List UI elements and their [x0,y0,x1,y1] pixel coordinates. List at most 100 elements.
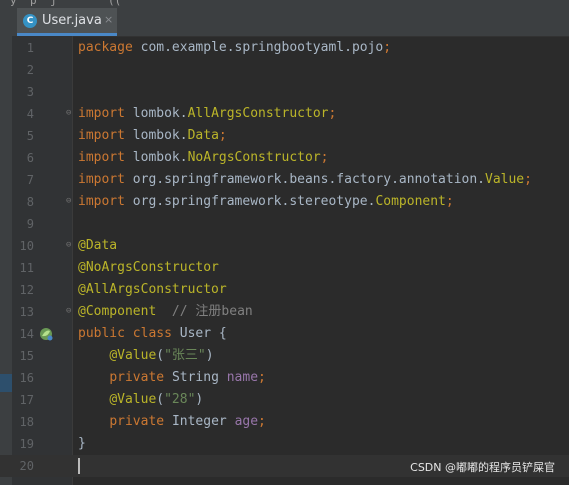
code-token: User { [179,326,227,341]
code-token: private [109,414,172,429]
code-text: @Value("28") [78,389,203,411]
code-token: Data [187,128,219,143]
code-token: ; [445,194,454,209]
code-text: @NoArgsConstructor [78,257,219,279]
code-token: "张三" [164,348,206,363]
code-text: private Integer age; [78,411,266,433]
line-number: 16 [19,371,34,385]
code-line[interactable]: 5 import lombok.Data; [0,125,569,147]
fold-marker-icon[interactable]: ⊖ [66,241,74,250]
code-token: com.example.springbootyaml.pojo [140,40,384,55]
code-token: ; [258,370,266,385]
code-token: ; [218,128,227,143]
line-number: 2 [26,63,34,77]
code-token: } [78,436,86,451]
code-text: @Data [78,235,117,257]
code-token: org.springframework.stereotype. [132,194,376,209]
code-line[interactable]: 14 public class User { [0,323,569,345]
code-token: lombok. [132,150,188,165]
code-line[interactable]: 12 @AllArgsConstructor [0,279,569,301]
fold-marker-icon[interactable]: ⊖ [66,307,74,316]
code-token: lombok. [132,106,188,121]
code-line[interactable]: 6 import lombok.NoArgsConstructor; [0,147,569,169]
line-number: 19 [19,437,34,451]
code-line[interactable]: 13 ⊖ @Component // 注册bean [0,301,569,323]
line-number: 17 [19,393,34,407]
code-token: AllArgsConstructor [187,106,329,121]
java-class-icon: C [23,14,37,28]
fold-marker-icon[interactable]: ⊖ [66,197,74,206]
code-line[interactable]: 1 package com.example.springbootyaml.pojo… [0,37,569,59]
breadcrumb-fragment: j [50,0,57,7]
code-token: org.springframework.beans.factory.annota… [132,172,485,187]
line-number: 20 [19,459,34,473]
tab-user-java[interactable]: C User.java × [17,8,117,36]
spring-bean-icon[interactable] [39,327,53,341]
fold-marker-icon[interactable]: ⊖ [66,109,74,118]
code-line[interactable]: 9 [0,213,569,235]
line-number: 9 [26,217,34,231]
line-number: 14 [19,327,34,341]
code-line[interactable]: 3 [0,81,569,103]
code-line[interactable]: 15 @Value("张三") [0,345,569,367]
code-text: import org.springframework.stereotype.Co… [78,191,454,213]
tab-label: User.java [42,13,102,28]
code-token: ( [156,392,165,407]
line-number: 13 [19,305,34,319]
code-line[interactable]: 4 ⊖ import lombok.AllArgsConstructor; [0,103,569,125]
code-text: import org.springframework.beans.factory… [78,169,532,191]
code-text: import lombok.NoArgsConstructor; [78,147,328,169]
editor-tab-bar: C User.java × [0,8,569,37]
line-number: 6 [26,151,34,165]
code-token: ; [320,150,329,165]
code-token: NoArgsConstructor [187,150,321,165]
code-token: ; [328,106,337,121]
code-token: ( [156,348,165,363]
code-token: lombok. [132,128,188,143]
code-token: @Value [109,348,157,363]
code-token: Value [485,172,525,187]
code-token: name [226,370,259,385]
code-line[interactable]: 10 ⊖ @Data [0,235,569,257]
text-caret [78,458,80,474]
code-token: import [78,150,133,165]
line-number: 10 [19,239,34,253]
code-token: @Component [78,304,157,319]
code-token: @Value [109,392,157,407]
code-token: ; [383,40,392,55]
code-line[interactable]: 18 private Integer age; [0,411,569,433]
code-token: "28" [164,392,196,407]
code-text: public class User { [78,323,227,345]
breadcrumb-fragment: y [10,0,17,7]
line-number: 18 [19,415,34,429]
code-token: age [234,414,259,429]
line-number: 12 [19,283,34,297]
code-line[interactable]: 16 private String name; [0,367,569,389]
code-token: import [78,194,133,209]
code-text: @Component // 注册bean [78,301,253,323]
code-line[interactable]: 11 @NoArgsConstructor [0,257,569,279]
code-line[interactable]: 19} [0,433,569,455]
line-number: 1 [26,41,34,55]
code-text: @AllArgsConstructor [78,279,227,301]
code-line[interactable]: 2 [0,59,569,81]
code-token: // 注册bean [156,304,253,319]
code-token: import [78,172,133,187]
code-text: import lombok.AllArgsConstructor; [78,103,336,125]
top-breadcrumb-strip: y p j (( [0,0,569,8]
code-line[interactable]: 7 import org.springframework.beans.factor… [0,169,569,191]
code-token: public class [78,326,180,341]
line-number: 11 [19,261,34,275]
line-number: 3 [26,85,34,99]
close-icon[interactable]: × [104,13,113,26]
code-line[interactable]: 8 ⊖ import org.springframework.stereotype.… [0,191,569,213]
breadcrumb-fragment: p [30,0,37,7]
code-text: import lombok.Data; [78,125,227,147]
code-token: @NoArgsConstructor [78,260,219,275]
code-line[interactable]: 17 @Value("28") [0,389,569,411]
code-token: ) [195,392,204,407]
